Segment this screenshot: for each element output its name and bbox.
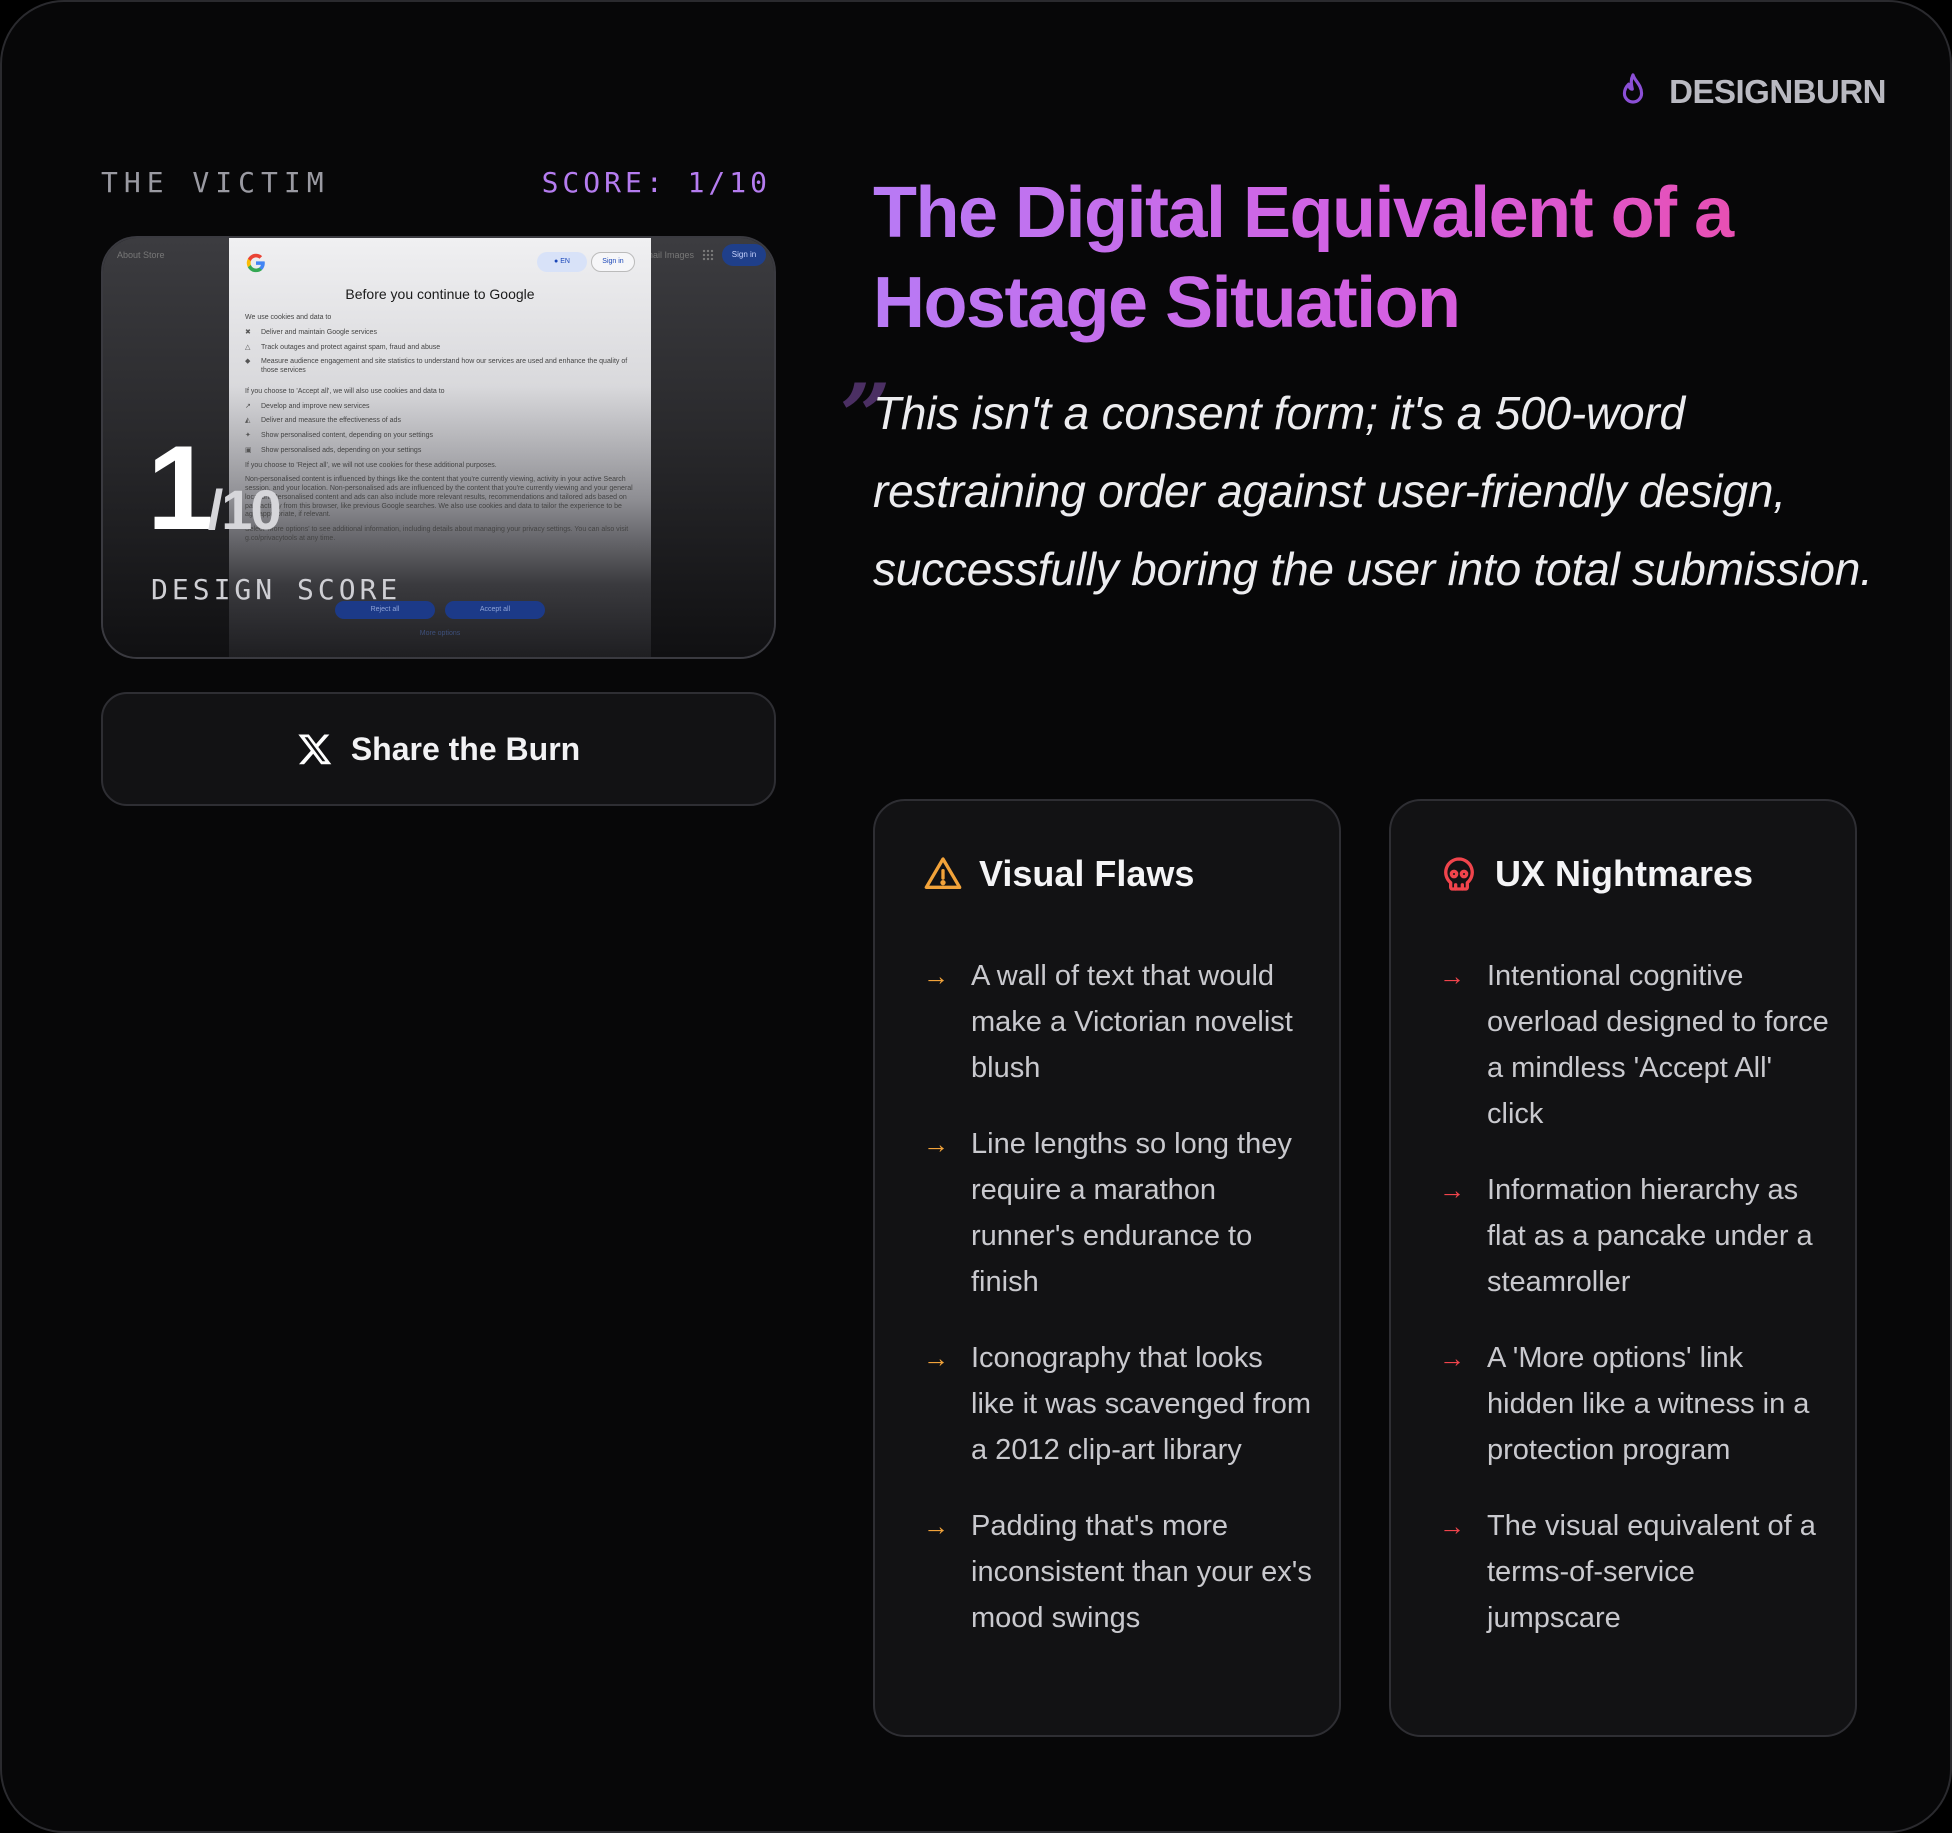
design-score-denominator: /10	[207, 478, 282, 541]
dialog-item-text: Show personalised content, depending on …	[261, 432, 434, 439]
ads-icon: ◭	[245, 417, 251, 425]
screenshot-signin: Sign in	[722, 244, 766, 266]
arrow-right-icon: →	[923, 1343, 949, 1373]
list-item: → Padding that's more inconsistent than y…	[923, 1503, 1313, 1641]
service-icon: ✖	[245, 328, 251, 336]
dialog-item: ↗ Develop and improve new services	[245, 403, 635, 412]
brand[interactable]: DESIGNBURN	[1615, 72, 1886, 112]
arrow-right-icon: →	[1439, 1175, 1465, 1205]
list-item: → A 'More options' link hidden like a wit…	[1439, 1335, 1829, 1473]
card-title: Visual Flaws	[979, 853, 1195, 894]
x-logo-icon	[298, 734, 332, 765]
accept-all-button: Accept all	[445, 601, 545, 619]
flaws-list: → A wall of text that would make a Victor…	[923, 953, 1313, 1671]
arrow-right-icon: →	[1439, 1511, 1465, 1541]
card-header: UX Nightmares	[1439, 853, 1753, 895]
ux-nightmares-card: UX Nightmares → Intentional cognitive ove…	[1389, 799, 1857, 1737]
language-chip: ● EN	[537, 252, 587, 272]
list-item-text: A 'More options' link hidden like a witn…	[1487, 1342, 1810, 1466]
visual-flaws-card: Visual Flaws → A wall of text that would …	[873, 799, 1341, 1737]
score-label: SCORE: 1/10	[541, 166, 771, 199]
arrow-right-icon: →	[1439, 1343, 1465, 1373]
dialog-item: ▣ Show personalised ads, depending on you…	[245, 447, 635, 456]
dialog-title: Before you continue to Google	[345, 286, 535, 302]
list-item: → Information hierarchy as flat as a panc…	[1439, 1167, 1829, 1305]
victim-screenshot: About Store Gmail Images Sign in ● EN Si…	[101, 236, 776, 659]
app-frame: DESIGNBURN THE VICTIM SCORE: 1/10 About …	[0, 0, 1952, 1833]
dialog-item-text: Show personalised ads, depending on your…	[261, 446, 422, 454]
list-item-text: Iconography that looks like it was scave…	[971, 1342, 1312, 1466]
list-item-text: Padding that's more inconsistent than yo…	[971, 1510, 1312, 1634]
roast-headline: The Digital Equivalent of a Hostage Situ…	[873, 168, 1883, 348]
apps-grid-icon	[702, 249, 714, 261]
chart-icon: ◆	[245, 358, 251, 366]
flame-icon	[1622, 73, 1644, 104]
dialog-item-text: Deliver and measure the effectiveness of…	[261, 417, 401, 425]
list-item-text: The visual equivalent of a terms-of-serv…	[1487, 1510, 1816, 1634]
list-item-text: A wall of text that would make a Victori…	[971, 960, 1293, 1084]
share-button[interactable]: Share the Burn	[101, 692, 776, 806]
warning-icon	[924, 857, 962, 889]
arrow-right-icon: →	[1439, 961, 1465, 991]
victim-label: THE VICTIM	[101, 166, 330, 199]
list-item-text: Intentional cognitive overload designed …	[1487, 960, 1829, 1130]
list-item-text: Information hierarchy as flat as a panca…	[1487, 1174, 1813, 1298]
design-score: 1 /10	[147, 421, 282, 555]
dialog-item-text: Measure audience engagement and site sta…	[261, 358, 628, 374]
dialog-item-text: Develop and improve new services	[261, 402, 370, 410]
list-item: → Iconography that looks like it was scav…	[923, 1335, 1313, 1473]
list-item: → The visual equivalent of a terms-of-ser…	[1439, 1503, 1829, 1641]
list-item: → Intentional cognitive overload designed…	[1439, 953, 1829, 1137]
list-item: → Line lengths so long they require a mar…	[923, 1121, 1313, 1305]
dialog-body: We use cookies and data to ✖ Deliver and …	[245, 314, 635, 550]
arrow-right-icon: →	[923, 1511, 949, 1541]
dialog-item-text: Deliver and maintain Google services	[261, 328, 377, 336]
more-options-link: More options	[419, 630, 461, 637]
dialog-item: △ Track outages and protect against spam,…	[245, 344, 635, 353]
google-logo-icon	[246, 253, 265, 273]
list-item: → A wall of text that would make a Victor…	[923, 953, 1313, 1091]
dialog-item: ◭ Deliver and measure the effectiveness o…	[245, 417, 635, 426]
arrow-right-icon: →	[923, 961, 949, 991]
dialog-item: ✖ Deliver and maintain Google services	[245, 329, 635, 338]
dialog-item: ✦ Show personalised content, depending on…	[245, 432, 635, 441]
brand-name: DESIGNBURN	[1669, 73, 1886, 110]
arrow-right-icon: →	[923, 1129, 949, 1159]
dialog-paragraph-2: Select 'More options' to see additional …	[245, 526, 629, 542]
roast-quote: This isn't a consent form; it's a 500-wo…	[873, 387, 1873, 595]
screenshot-topbar-left: About Store	[117, 250, 165, 260]
card-header: Visual Flaws	[923, 853, 1194, 895]
design-score-label: DESIGN SCORE	[151, 573, 402, 606]
ux-list: → Intentional cognitive overload designed…	[1439, 953, 1829, 1671]
dialog-accept-intro: If you choose to 'Accept all', we will a…	[245, 387, 445, 395]
dialog-paragraph: Non-personalised content is influenced b…	[245, 476, 633, 519]
language-chip-label: EN	[560, 258, 570, 265]
signin-chip: Sign in	[591, 252, 635, 272]
alert-icon: △	[245, 343, 251, 351]
skull-icon	[1444, 857, 1474, 891]
dialog-intro: We use cookies and data to	[245, 314, 332, 321]
trend-icon: ↗	[245, 402, 251, 410]
design-score-value: 1	[147, 421, 214, 555]
dialog-item: ◆ Measure audience engagement and site st…	[245, 358, 635, 376]
dialog-item-text: Track outages and protect against spam, …	[261, 343, 441, 351]
list-item-text: Line lengths so long they require a mara…	[971, 1128, 1292, 1298]
card-title: UX Nightmares	[1495, 853, 1754, 894]
dialog-reject-intro: If you choose to 'Reject all', we will n…	[245, 461, 497, 469]
share-button-label: Share the Burn	[350, 730, 581, 767]
